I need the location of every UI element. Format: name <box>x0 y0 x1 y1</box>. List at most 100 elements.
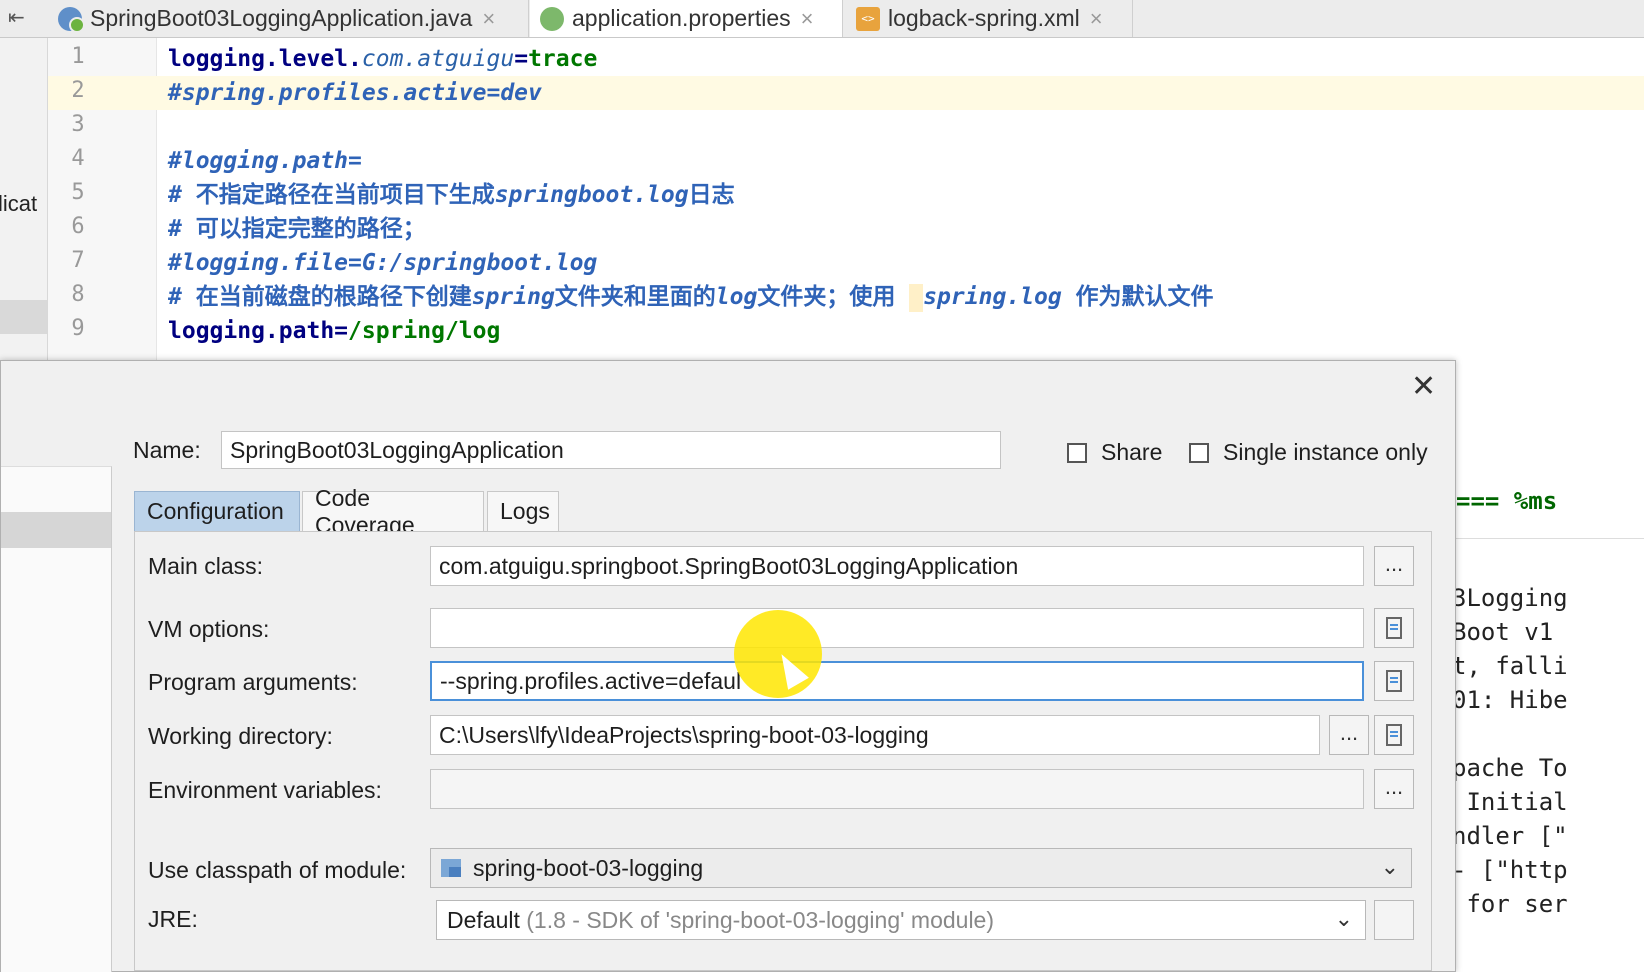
tab-configuration[interactable]: Configuration <box>134 491 300 531</box>
console-line: for ser <box>1452 890 1568 918</box>
collapse-icon[interactable]: ⇤ <box>8 5 38 31</box>
line-number: 3 <box>71 112 85 137</box>
comment-text: spring.log <box>923 284 1062 310</box>
browse-button[interactable]: ... <box>1374 769 1414 809</box>
comment-text: 文件夹；使用 <box>757 284 910 310</box>
expand-field-button[interactable] <box>1374 661 1414 701</box>
program-arguments-label: Program arguments: <box>148 669 358 695</box>
expand-icon <box>1386 617 1402 639</box>
name-input[interactable] <box>221 431 1001 469</box>
classpath-module-value: spring-boot-03-logging <box>473 854 704 881</box>
macro-icon <box>1386 724 1402 746</box>
console-line: t, falli <box>1452 652 1568 680</box>
code-line-4[interactable]: #logging.path= <box>168 144 362 178</box>
line-number: 2 <box>71 78 85 103</box>
configuration-tree[interactable] <box>1 466 112 972</box>
module-icon <box>441 859 461 877</box>
line-number: 4 <box>71 146 85 171</box>
comment-text: # 在当前磁盘的根路径下创建 <box>168 284 472 310</box>
environment-variables-input[interactable] <box>430 769 1364 809</box>
code-value: /spring/log <box>348 318 501 344</box>
close-icon[interactable]: ✕ <box>1411 369 1436 404</box>
java-class-icon <box>58 6 85 33</box>
classpath-module-label: Use classpath of module: <box>148 857 407 883</box>
tab-properties-file[interactable]: application.properties × <box>530 0 843 37</box>
code-line-1[interactable]: logging.level.com.atguigu=trace <box>168 42 597 76</box>
classpath-module-select[interactable]: spring-boot-03-logging ⌄ <box>430 848 1412 888</box>
code-line-5[interactable]: # 不指定路径在当前项目下生成springboot.log日志 <box>168 178 735 212</box>
comment-text: springboot.log <box>494 182 689 208</box>
project-selection <box>0 300 47 334</box>
tab-logs[interactable]: Logs <box>487 491 559 531</box>
code-line-9[interactable]: logging.path=/spring/log <box>168 314 500 348</box>
chevron-down-icon: ⌄ <box>1334 906 1353 931</box>
tab-label: logback-spring.xml <box>888 5 1080 31</box>
close-icon[interactable]: × <box>801 6 814 32</box>
console-line: 3Logging <box>1452 584 1568 612</box>
single-instance-label: Single instance only <box>1223 439 1428 465</box>
vm-options-label: VM options: <box>148 616 270 642</box>
line-number: 1 <box>71 44 85 69</box>
line-number: 7 <box>71 248 85 273</box>
chevron-down-icon: ⌄ <box>1380 854 1399 879</box>
share-label: Share <box>1101 439 1163 465</box>
macro-button[interactable] <box>1374 715 1414 755</box>
checkbox-box[interactable] <box>1189 442 1209 463</box>
code-package: com.atguigu <box>361 46 515 72</box>
line-number: 6 <box>71 214 85 239</box>
code-operator: = <box>334 318 349 344</box>
selected-tree-item[interactable] <box>1 512 111 548</box>
name-label: Name: <box>133 437 201 463</box>
browse-button[interactable]: ... <box>1329 715 1369 755</box>
console-line: Initial <box>1452 788 1568 816</box>
xml-file-icon: <> <box>856 6 880 31</box>
expand-icon <box>1386 670 1402 692</box>
project-item-label: licat <box>0 191 38 216</box>
browse-button[interactable] <box>1374 900 1414 940</box>
caret-highlight <box>909 283 924 312</box>
code-line-8[interactable]: # 在当前磁盘的根路径下创建spring文件夹和里面的log文件夹；使用 spr… <box>168 280 1214 314</box>
tab-code-coverage[interactable]: Code Coverage <box>302 485 484 538</box>
main-class-input[interactable] <box>430 546 1364 586</box>
background-xml-snippet: === %ms <box>1456 487 1558 515</box>
project-panel-edge: licat <box>0 38 48 378</box>
working-directory-label: Working directory: <box>148 723 333 749</box>
comment-text: # 不指定路径在当前项目下生成 <box>168 182 495 208</box>
tab-label: application.properties <box>572 5 791 31</box>
vm-options-input[interactable] <box>430 608 1364 648</box>
tab-label: SpringBoot03LoggingApplication.java <box>90 5 473 31</box>
cursor-highlight <box>734 610 822 698</box>
comment-text: 文件夹和里面的 <box>554 284 716 310</box>
program-arguments-input[interactable] <box>430 661 1364 701</box>
console-line: 01: Hibe <box>1452 686 1568 714</box>
browse-button[interactable]: ... <box>1374 546 1414 586</box>
close-icon[interactable]: × <box>482 6 495 32</box>
comment-text: spring <box>471 284 555 310</box>
jre-select[interactable]: Default (1.8 - SDK of 'spring-boot-03-lo… <box>436 900 1366 940</box>
code-line-2[interactable]: #spring.profiles.active=dev <box>168 76 542 110</box>
working-directory-input[interactable] <box>430 715 1320 755</box>
properties-file-icon <box>540 6 564 31</box>
editor-tab-bar: ⇤ SpringBoot03LoggingApplication.java × … <box>0 0 1644 38</box>
code-operator: = <box>514 46 529 72</box>
jre-hint: (1.8 - SDK of 'spring-boot-03-logging' m… <box>526 906 995 933</box>
close-icon[interactable]: × <box>1090 6 1103 32</box>
tab-java-file[interactable]: SpringBoot03LoggingApplication.java × <box>48 0 529 37</box>
expand-field-button[interactable] <box>1374 608 1414 648</box>
checkbox-box[interactable] <box>1067 442 1087 463</box>
single-instance-checkbox[interactable]: Single instance only <box>1189 439 1428 466</box>
comment-text: 作为默认文件 <box>1061 284 1214 310</box>
code-line-6[interactable]: # 可以指定完整的路径； <box>168 212 426 246</box>
line-number: 9 <box>71 316 85 341</box>
line-number: 8 <box>71 282 85 307</box>
jre-value: Default <box>447 906 520 933</box>
environment-variables-label: Environment variables: <box>148 777 382 803</box>
console-line: pache To <box>1452 754 1568 782</box>
tab-xml-file[interactable]: <> logback-spring.xml × <box>846 0 1133 37</box>
code-line-7[interactable]: #logging.file=G:/springboot.log <box>168 246 597 280</box>
line-number: 5 <box>71 180 85 205</box>
jre-label: JRE: <box>148 906 198 932</box>
console-line: Boot v1 <box>1452 618 1554 646</box>
share-checkbox[interactable]: Share <box>1067 439 1162 466</box>
comment-text: 日志 <box>688 182 735 208</box>
